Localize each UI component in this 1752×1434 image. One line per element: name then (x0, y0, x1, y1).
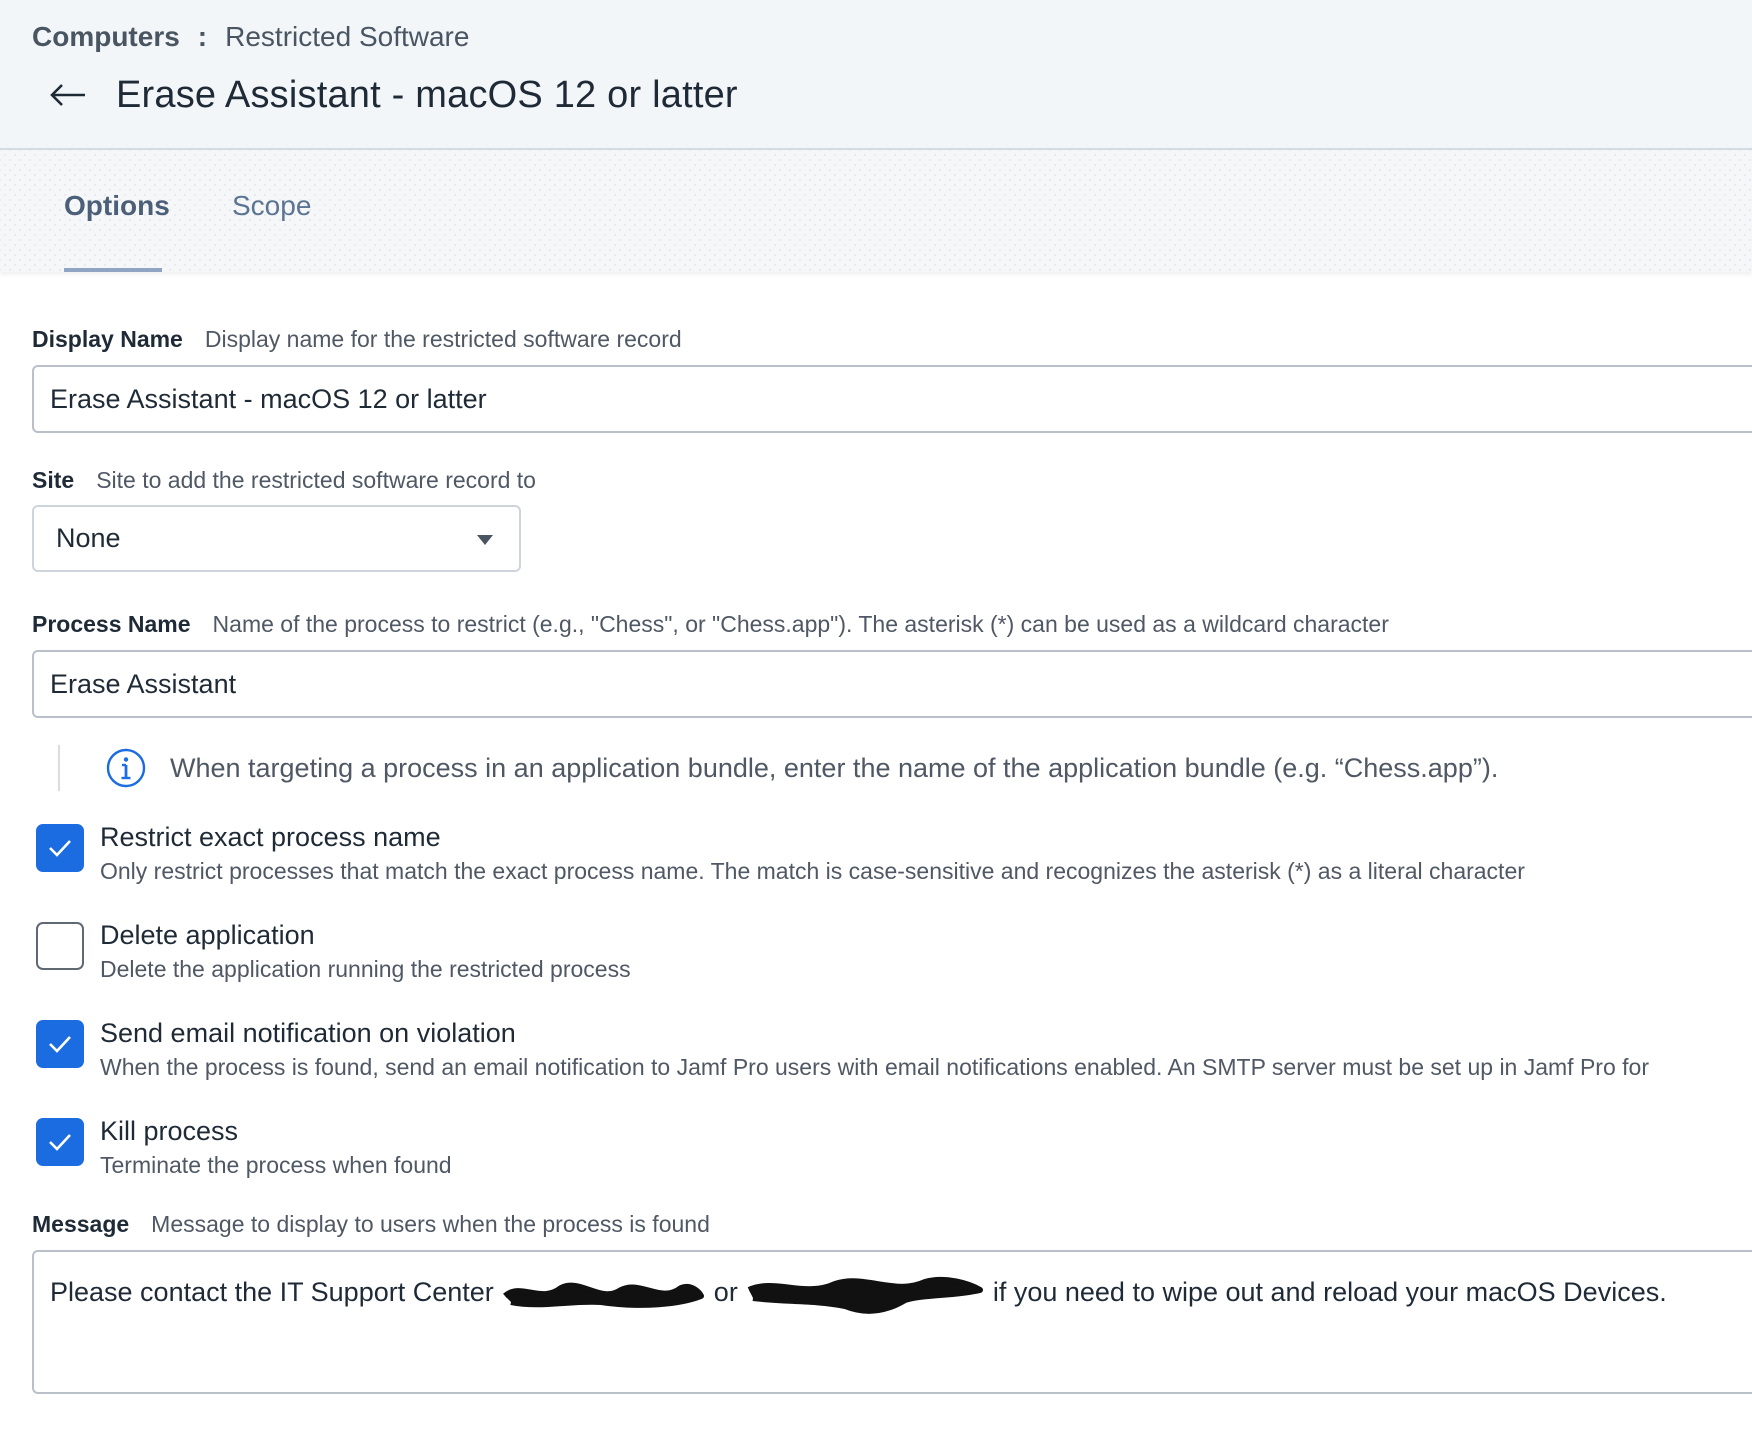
option-description: Delete the application running the restr… (100, 956, 631, 982)
option-title: Send email notification on violation (100, 1018, 516, 1048)
caret-down-icon (477, 535, 493, 545)
message-textarea[interactable]: Please contact the IT Support Center or … (32, 1250, 1752, 1394)
site-label-row: Site Site to add the restricted software … (32, 465, 536, 495)
delete-application-checkbox[interactable] (36, 922, 84, 970)
arrow-left-icon (50, 84, 85, 106)
restrict-exact-process-name-checkbox[interactable] (36, 824, 84, 872)
back-button[interactable] (44, 71, 92, 119)
redaction-scribble (503, 1282, 705, 1308)
redaction-scribble (748, 1276, 984, 1314)
option-description: When the process is found, send an email… (100, 1054, 1649, 1080)
info-circle-icon (106, 748, 146, 788)
option-title: Delete application (100, 920, 315, 950)
message-label-row: Message Message to display to users when … (32, 1209, 710, 1239)
breadcrumb-restricted-software[interactable]: Restricted Software (225, 18, 469, 56)
breadcrumb: Computers : Restricted Software (32, 18, 469, 56)
message-help: Message to display to users when the pro… (151, 1211, 710, 1237)
site-help: Site to add the restricted software reco… (96, 467, 536, 493)
option-description: Only restrict processes that match the e… (100, 858, 1525, 884)
option-title: Kill process (100, 1116, 239, 1146)
page-title: Erase Assistant - macOS 12 or latter (116, 73, 738, 116)
process-name-label: Process Name (32, 611, 191, 637)
process-name-label-row: Process Name Name of the process to restr… (32, 609, 1389, 639)
info-note-bar (58, 745, 60, 791)
process-name-input[interactable]: Erase Assistant (32, 650, 1752, 718)
display-name-label-row: Display Name Display name for the restric… (32, 324, 682, 354)
message-text-end: if you need to wipe out and reload your … (992, 1277, 1667, 1308)
tab-options[interactable]: Options (64, 186, 170, 226)
info-note: When targeting a process in an applicati… (58, 744, 1498, 792)
site-select-value: None (56, 523, 121, 553)
display-name-help: Display name for the restricted software… (204, 326, 682, 352)
breadcrumb-computers[interactable]: Computers (32, 18, 180, 56)
site-label: Site (32, 467, 75, 493)
checkmark-icon (49, 1036, 71, 1053)
message-label: Message (32, 1211, 130, 1237)
checkmark-icon (49, 840, 71, 857)
checkmark-icon (49, 1134, 71, 1151)
option-title: Restrict exact process name (100, 822, 441, 852)
info-note-text: When targeting a process in an applicati… (170, 752, 1499, 783)
title-row: Erase Assistant - macOS 12 or latter (44, 66, 738, 124)
tab-scope[interactable]: Scope (232, 186, 311, 226)
tab-bar: Options Scope (0, 150, 1752, 272)
process-name-help: Name of the process to restrict (e.g., "… (212, 611, 1389, 637)
option-description: Terminate the process when found (100, 1152, 452, 1178)
active-tab-indicator (64, 268, 162, 272)
site-select[interactable]: None (32, 505, 521, 572)
send-email-notification-checkbox[interactable] (36, 1020, 84, 1068)
display-name-label: Display Name (32, 326, 183, 352)
page-header: Computers : Restricted Software Erase As… (0, 0, 1752, 150)
kill-process-checkbox[interactable] (36, 1118, 84, 1166)
message-text-middle: or (713, 1277, 738, 1308)
message-text-start: Please contact the IT Support Center (50, 1277, 494, 1308)
display-name-input[interactable]: Erase Assistant - macOS 12 or latter (32, 365, 1752, 433)
breadcrumb-separator: : (197, 21, 208, 52)
